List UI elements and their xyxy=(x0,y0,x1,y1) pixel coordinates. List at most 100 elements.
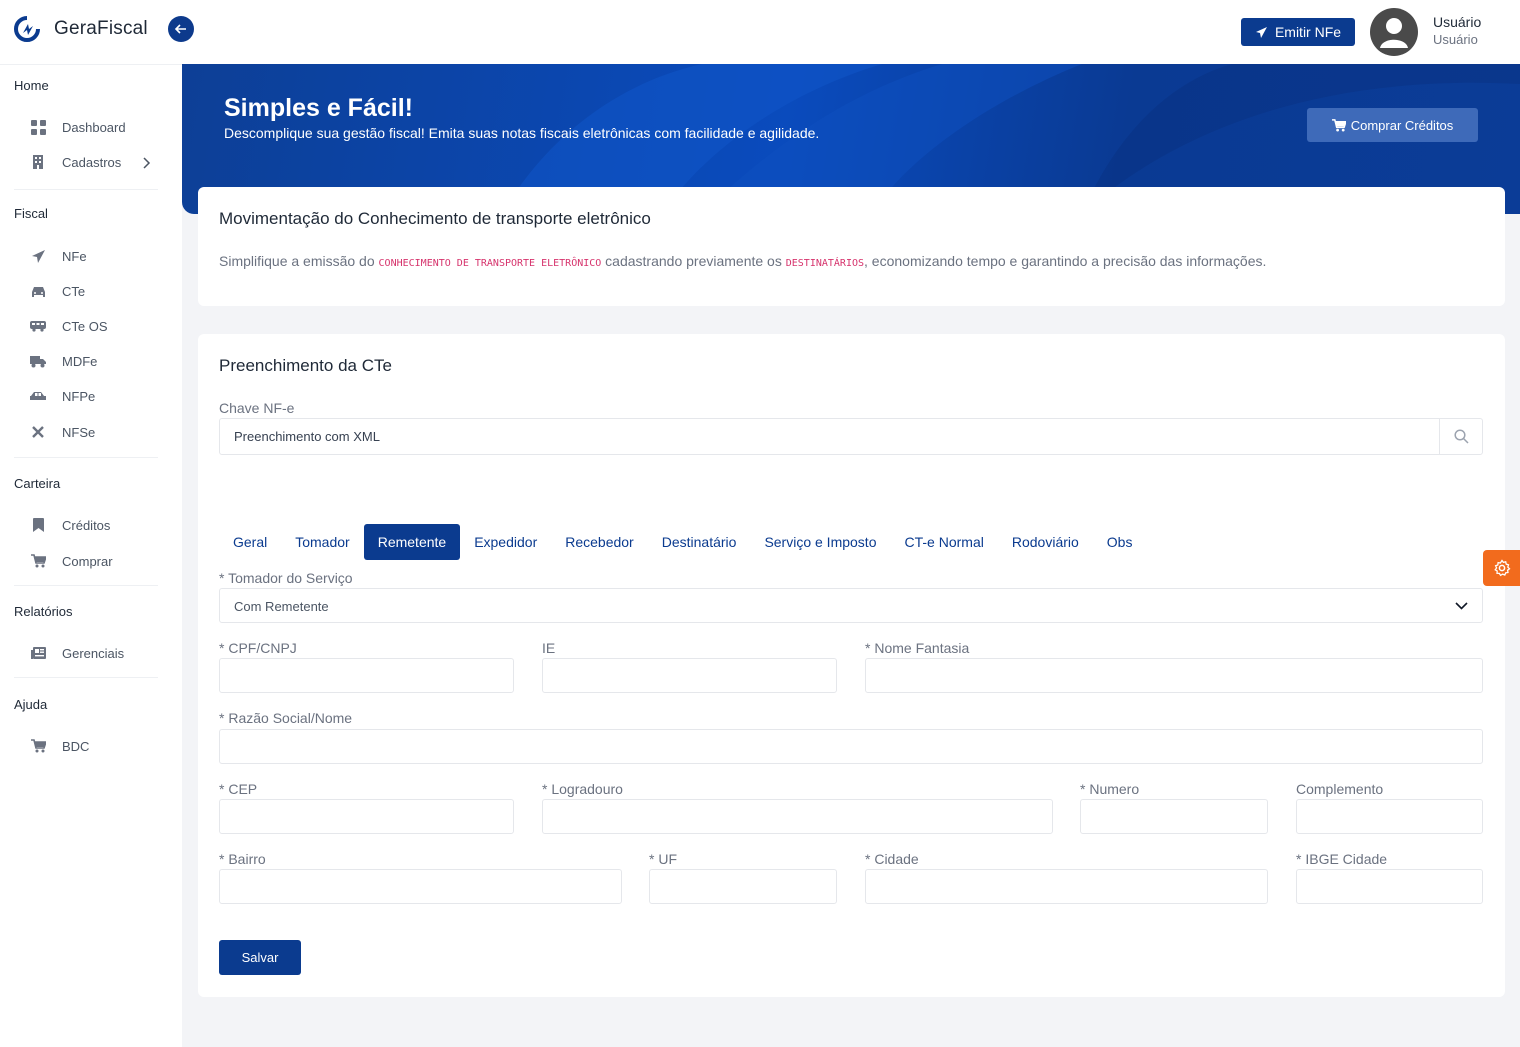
chave-value: Preenchimento com XML xyxy=(234,429,380,444)
cep-label: * CEP xyxy=(219,781,258,797)
divider xyxy=(14,677,158,678)
sidebar-item-cadastros[interactable]: Cadastros xyxy=(30,154,121,170)
section-relatorios: Relatórios xyxy=(14,604,73,619)
tab-bar: Geral Tomador Remetente Expedidor Recebe… xyxy=(219,524,1146,560)
search-icon xyxy=(1453,429,1469,444)
sidebar-item-mdfe[interactable]: MDFe xyxy=(30,353,97,369)
cpf-label: * CPF/CNPJ xyxy=(219,640,297,656)
tab-tomador[interactable]: Tomador xyxy=(281,524,363,560)
sidebar-item-label: Cadastros xyxy=(62,154,122,170)
intro-text-2: cadastrando previamente os xyxy=(601,253,786,269)
sidebar-item-label: Gerenciais xyxy=(62,645,125,661)
sidebar-item-label: Comprar xyxy=(62,553,113,569)
ie-field[interactable] xyxy=(542,658,837,693)
bairro-field[interactable] xyxy=(219,869,622,904)
cart-icon xyxy=(30,553,46,569)
intro-text-1: Simplifique a emissão do xyxy=(219,253,379,269)
tomador-label: * Tomador do Serviço xyxy=(219,570,353,586)
form-title: Preenchimento da CTe xyxy=(219,356,392,375)
sidebar-item-label: Dashboard xyxy=(62,119,126,135)
intro-card: Movimentação do Conhecimento de transpor… xyxy=(198,187,1505,306)
send-icon xyxy=(30,248,46,264)
cart-icon xyxy=(1331,118,1346,132)
sidebar-item-label: Créditos xyxy=(62,517,111,533)
chave-label: Chave NF-e xyxy=(219,400,295,416)
chave-input[interactable]: Preenchimento com XML xyxy=(219,418,1483,455)
bookmark-icon xyxy=(30,517,46,533)
numero-label: * Numero xyxy=(1080,781,1140,797)
intro-code-1: CONHECIMENTO DE TRANSPORTE ELETRÔNICO xyxy=(378,258,602,269)
collapse-sidebar-button[interactable] xyxy=(168,16,194,42)
sidebar-item-label: NFPe xyxy=(62,388,96,404)
cpf-field[interactable] xyxy=(219,658,514,693)
sidebar-item-cte[interactable]: CTe xyxy=(30,283,85,299)
logradouro-field[interactable] xyxy=(542,799,1053,834)
sidebar-item-label: CTe xyxy=(62,283,86,299)
section-ajuda: Ajuda xyxy=(14,697,48,712)
tools-icon xyxy=(30,424,46,440)
buy-credits-button[interactable]: Comprar Créditos xyxy=(1307,108,1478,142)
avatar[interactable] xyxy=(1370,8,1418,56)
top-bar: GeraFiscal Emitir NFe Usuário Usuário xyxy=(0,0,1520,64)
cidade-field[interactable] xyxy=(865,869,1268,904)
cep-field[interactable] xyxy=(219,799,514,834)
sidebar-item-label: BDC xyxy=(62,738,90,754)
hero-subtitle: Descomplique sua gestão fiscal! Emita su… xyxy=(224,125,820,141)
tab-servico-imposto[interactable]: Serviço e Imposto xyxy=(750,524,890,560)
logradouro-label: * Logradouro xyxy=(542,781,623,797)
dashboard-icon xyxy=(30,119,46,135)
divider xyxy=(14,457,158,458)
sidebar-item-creditos[interactable]: Créditos xyxy=(30,517,110,533)
section-home: Home xyxy=(14,78,49,93)
hero-title: Simples e Fácil! xyxy=(224,94,413,122)
form-card: Preenchimento da CTe Chave NF-e Preenchi… xyxy=(198,334,1505,997)
settings-button[interactable] xyxy=(1483,550,1520,586)
sidebar-item-nfpe[interactable]: NFPe xyxy=(30,388,95,404)
tomador-select[interactable]: Com Remetente xyxy=(219,588,1483,623)
tab-obs[interactable]: Obs xyxy=(1093,524,1147,560)
user-role: Usuário xyxy=(1433,32,1478,47)
tab-destinatario[interactable]: Destinatário xyxy=(648,524,751,560)
intro-description: Simplifique a emissão do CONHECIMENTO DE… xyxy=(219,253,1266,269)
tab-expedidor[interactable]: Expedidor xyxy=(460,524,551,560)
cart-icon xyxy=(30,738,46,754)
truck-icon xyxy=(30,353,46,369)
intro-text-3: , economizando tempo e garantindo a prec… xyxy=(864,253,1267,269)
tab-remetente[interactable]: Remetente xyxy=(363,524,461,560)
tab-cte-normal[interactable]: CT-e Normal xyxy=(891,524,998,560)
fantasia-field[interactable] xyxy=(865,658,1483,693)
bus-icon xyxy=(30,318,46,334)
emit-nfe-button[interactable]: Emitir NFe xyxy=(1241,18,1355,46)
sidebar-item-comprar[interactable]: Comprar xyxy=(30,553,113,569)
tab-geral[interactable]: Geral xyxy=(219,524,281,560)
numero-field[interactable] xyxy=(1080,799,1268,834)
tab-rodoviario[interactable]: Rodoviário xyxy=(998,524,1093,560)
sidebar-item-label: CTe OS xyxy=(62,318,108,334)
sidebar-item-bdc[interactable]: BDC xyxy=(30,738,89,754)
buy-credits-label: Comprar Créditos xyxy=(1350,117,1454,133)
newspaper-icon xyxy=(30,645,46,661)
section-fiscal: Fiscal xyxy=(14,206,48,221)
sidebar-item-gerenciais[interactable]: Gerenciais xyxy=(30,645,124,661)
fantasia-label: * Nome Fantasia xyxy=(865,640,970,656)
sidebar-item-nfse[interactable]: NFSe xyxy=(30,424,95,440)
user-icon xyxy=(1380,18,1408,48)
uf-field[interactable] xyxy=(649,869,837,904)
chevron-down-icon xyxy=(1455,602,1468,610)
tab-recebedor[interactable]: Recebedor xyxy=(551,524,648,560)
sidebar-item-label: NFe xyxy=(62,248,87,264)
complemento-field[interactable] xyxy=(1296,799,1483,834)
ibge-label: * IBGE Cidade xyxy=(1296,851,1388,867)
divider xyxy=(14,585,158,586)
sidebar-item-cte-os[interactable]: CTe OS xyxy=(30,318,108,334)
sidebar-item-dashboard[interactable]: Dashboard xyxy=(30,119,126,135)
ibge-field[interactable] xyxy=(1296,869,1483,904)
search-button[interactable] xyxy=(1439,419,1482,454)
intro-code-2: DESTINATÁRIOS xyxy=(785,258,865,269)
brand[interactable]: GeraFiscal xyxy=(14,16,148,42)
save-button[interactable]: Salvar xyxy=(219,940,301,975)
sidebar: Home Dashboard Cadastros Fiscal NFe CTe … xyxy=(0,64,182,1047)
sidebar-item-label: NFSe xyxy=(62,424,96,440)
sidebar-item-nfe[interactable]: NFe xyxy=(30,248,87,264)
razao-field[interactable] xyxy=(219,729,1483,764)
